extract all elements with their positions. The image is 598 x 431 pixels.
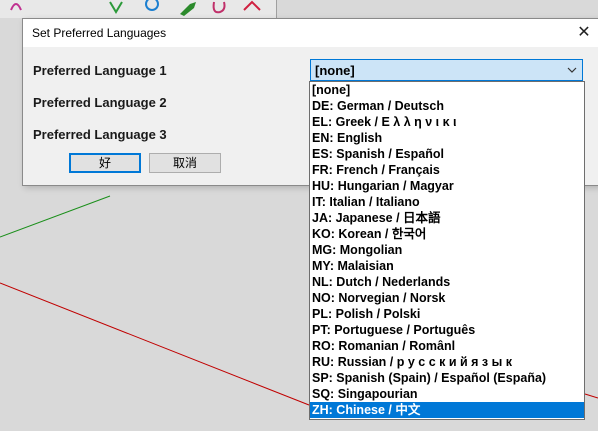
curve-tool-icon[interactable] <box>8 0 32 18</box>
option-my[interactable]: MY: Malaisian <box>310 258 584 274</box>
red-axis-line <box>0 282 310 406</box>
preferred-language-1-select[interactable]: [none] <box>310 59 583 81</box>
polygon-tool-icon[interactable] <box>104 0 128 18</box>
option-it[interactable]: IT: Italian / Italiano <box>310 194 584 210</box>
option-pl[interactable]: PL: Polish / Polski <box>310 306 584 322</box>
option-sq[interactable]: SQ: Singapourian <box>310 386 584 402</box>
language-dropdown-list: [none] DE: German / Deutsch EL: Greek / … <box>309 81 585 420</box>
option-ja[interactable]: JA: Japanese / 日本語 <box>310 210 584 226</box>
select-value: [none] <box>315 63 355 78</box>
option-ro[interactable]: RO: Romanian / Românl <box>310 338 584 354</box>
offset-tool-icon[interactable] <box>240 0 264 18</box>
green-axis-line <box>0 195 111 238</box>
option-nl[interactable]: NL: Dutch / Nederlands <box>310 274 584 290</box>
follow-me-icon[interactable] <box>208 0 232 18</box>
option-hu[interactable]: HU: Hungarian / Magyar <box>310 178 584 194</box>
close-icon[interactable]: ✕ <box>569 19 598 47</box>
option-el[interactable]: EL: Greek / Ε λ λ η ν ι κ ι <box>310 114 584 130</box>
option-fr[interactable]: FR: French / Français <box>310 162 584 178</box>
option-none[interactable]: [none] <box>310 82 584 98</box>
option-sp[interactable]: SP: Spanish (Spain) / Español (España) <box>310 370 584 386</box>
option-zh[interactable]: ZH: Chinese / 中文 <box>310 402 584 418</box>
red-axis-line-right <box>584 393 598 399</box>
preferred-language-2-label: Preferred Language 2 <box>33 95 167 110</box>
ok-button[interactable]: 好 <box>69 153 141 173</box>
toolbar <box>0 0 277 18</box>
preferred-language-3-label: Preferred Language 3 <box>33 127 167 142</box>
paint-bucket-icon[interactable] <box>176 0 200 18</box>
option-mg[interactable]: MG: Mongolian <box>310 242 584 258</box>
preferred-language-1-label: Preferred Language 1 <box>33 63 167 78</box>
cancel-button[interactable]: 取消 <box>149 153 221 173</box>
option-ru[interactable]: RU: Russian / р у с с к и й я з ы к <box>310 354 584 370</box>
dialog-title: Set Preferred Languages <box>32 26 167 40</box>
rotate-tool-icon[interactable] <box>140 0 164 18</box>
title-bar: Set Preferred Languages ✕ <box>23 19 598 47</box>
option-no[interactable]: NO: Norvegian / Norsk <box>310 290 584 306</box>
option-ko[interactable]: KO: Korean / 한국어 <box>310 226 584 242</box>
option-pt[interactable]: PT: Portuguese / Português <box>310 322 584 338</box>
option-en[interactable]: EN: English <box>310 130 584 146</box>
chevron-down-icon <box>567 67 577 73</box>
option-es[interactable]: ES: Spanish / Español <box>310 146 584 162</box>
option-de[interactable]: DE: German / Deutsch <box>310 98 584 114</box>
